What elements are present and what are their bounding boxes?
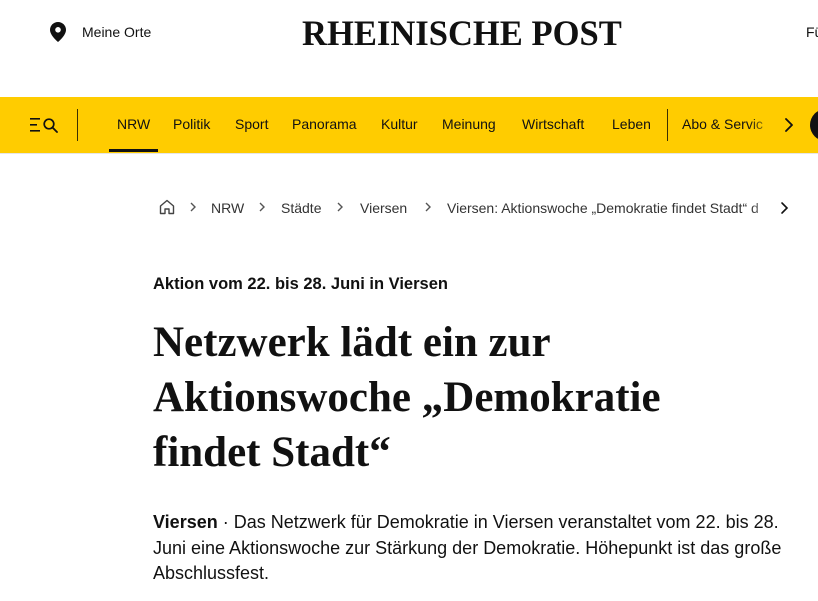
nav-item-nrw[interactable]: NRW <box>108 116 159 152</box>
breadcrumb-separator-icon <box>259 202 265 212</box>
nav-scroll-fade <box>748 97 778 153</box>
main-navigation: NRW Politik Sport Panorama Kultur Meinun… <box>0 97 818 153</box>
my-locations-label: Meine Orte <box>82 24 152 40</box>
site-header: Meine Orte RHEINISCHE POST Fü <box>0 0 818 95</box>
menu-search-icon <box>30 118 58 133</box>
header-right-link[interactable]: Fü <box>806 24 818 40</box>
nav-item-meinung[interactable]: Meinung <box>442 116 496 132</box>
breadcrumb-separator-icon <box>425 202 431 212</box>
my-locations-button[interactable]: Meine Orte <box>50 22 151 42</box>
nav-item-wirtschaft[interactable]: Wirtschaft <box>522 116 584 132</box>
nav-item-sport[interactable]: Sport <box>235 116 268 132</box>
breadcrumb-current-page: Viersen: Aktionswoche „Demokratie findet… <box>447 200 759 216</box>
nav-scroll-right-icon[interactable] <box>784 117 794 133</box>
article-dateline: Viersen <box>153 512 218 532</box>
nav-divider <box>667 109 668 141</box>
nav-item-kultur[interactable]: Kultur <box>381 116 418 132</box>
breadcrumb: NRW Städte Viersen Viersen: Aktionswoche… <box>158 198 798 218</box>
account-button[interactable] <box>810 109 818 141</box>
location-pin-icon <box>50 22 66 42</box>
breadcrumb-item-staedte[interactable]: Städte <box>281 200 321 216</box>
home-icon[interactable] <box>158 198 176 216</box>
article-lead-text: · Das Netzwerk für Demokratie in Viersen… <box>153 512 782 583</box>
article-lead: Viersen · Das Netzwerk für Demokratie in… <box>153 510 793 587</box>
breadcrumb-separator-icon <box>337 202 343 212</box>
nav-item-panorama[interactable]: Panorama <box>292 116 357 132</box>
nav-item-politik[interactable]: Politik <box>173 116 210 132</box>
nav-item-leben[interactable]: Leben <box>612 116 651 132</box>
nav-bottom-border <box>0 153 818 154</box>
nav-divider <box>77 109 78 141</box>
breadcrumb-item-viersen[interactable]: Viersen <box>360 200 407 216</box>
site-logo[interactable]: RHEINISCHE POST <box>302 12 632 56</box>
breadcrumb-scroll-right-icon[interactable] <box>780 201 790 215</box>
breadcrumb-separator-icon <box>190 202 196 212</box>
breadcrumb-item-nrw[interactable]: NRW <box>211 200 244 216</box>
article-kicker: Aktion vom 22. bis 28. Juni in Viersen <box>153 275 448 293</box>
menu-search-button[interactable] <box>30 115 60 135</box>
article-headline: Netzwerk lädt ein zur Aktionswoche „Demo… <box>153 319 661 476</box>
